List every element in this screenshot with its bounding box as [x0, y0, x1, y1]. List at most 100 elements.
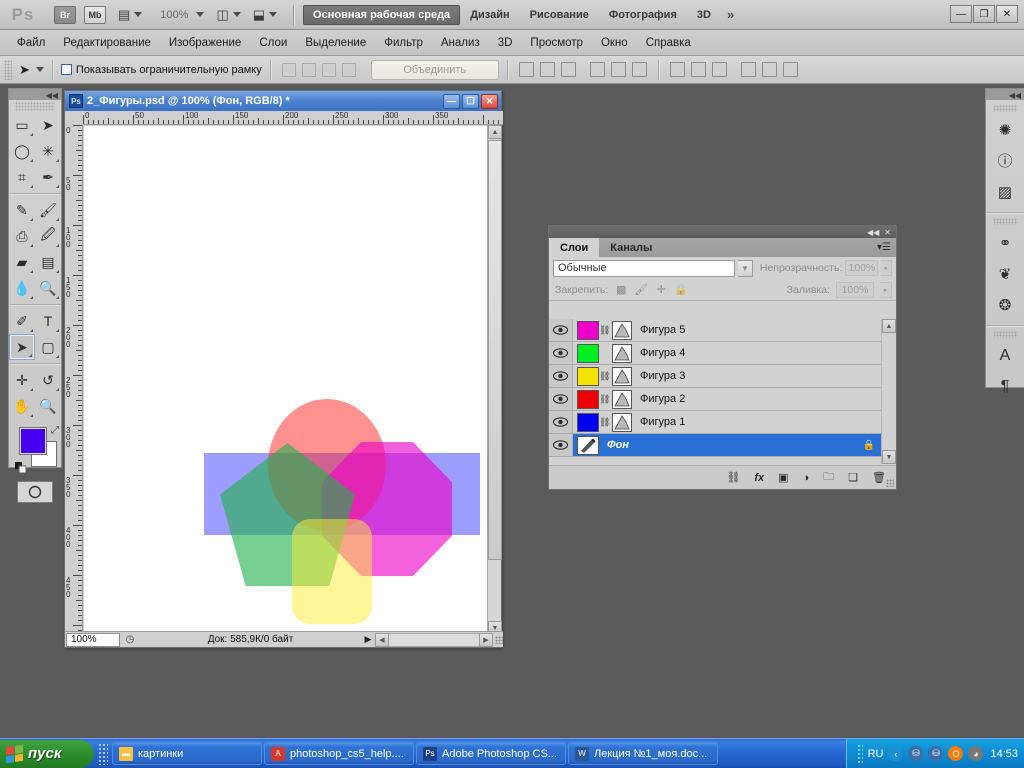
screen-mode-button[interactable]: ⬓ [253, 7, 278, 23]
workspace-painting[interactable]: Рисование [520, 5, 599, 25]
right-dock-header[interactable]: ◀◀ [986, 89, 1024, 100]
document-status-icon[interactable]: ◷ [120, 634, 140, 645]
layers-list-scrollbar[interactable]: ▲ ▼ [881, 319, 896, 464]
brush-presets-panel-icon[interactable]: ❦ [986, 258, 1024, 289]
scroll-right-button[interactable]: ▶ [479, 632, 493, 647]
menu-layers[interactable]: Слои [250, 34, 296, 52]
layer-visibility-icon[interactable] [549, 365, 573, 387]
3d-object-rotate-tool-icon[interactable]: ✛ [9, 367, 35, 393]
close-panel-icon[interactable]: ✕ [884, 228, 891, 237]
layer-vector-mask-thumbnail[interactable] [612, 320, 632, 340]
network-tray-icon[interactable]: ⛁ [908, 746, 924, 761]
canvas-viewport[interactable] [84, 126, 492, 634]
document-minimize-button[interactable]: — [443, 93, 460, 109]
rectangular-marquee-tool-icon[interactable]: ▭ [9, 112, 35, 138]
menu-view[interactable]: Просмотр [521, 34, 592, 52]
align-horizontal-centers-icon[interactable] [610, 62, 626, 77]
menu-file[interactable]: Файл [8, 34, 54, 52]
spot-healing-brush-tool-icon[interactable]: ✎ [9, 197, 35, 223]
fill-value[interactable]: 100% [836, 281, 874, 298]
document-resize-grip[interactable] [495, 635, 503, 644]
blend-mode-select[interactable]: Обычные [553, 259, 735, 277]
close-button[interactable]: ✕ [996, 5, 1018, 23]
eraser-tool-icon[interactable]: ▰ [9, 249, 35, 275]
history-brush-tool-icon[interactable]: 🖉 [35, 223, 61, 249]
adjustments-panel-icon[interactable]: ⚭ [986, 227, 1024, 258]
language-indicator[interactable]: RU [868, 748, 884, 760]
arrange-documents-button[interactable]: ◫ [216, 7, 241, 23]
menu-analysis[interactable]: Анализ [432, 34, 489, 52]
layers-scroll-down-button[interactable]: ▼ [882, 450, 896, 464]
foreground-color-swatch[interactable] [19, 427, 47, 455]
layer-visibility-icon[interactable] [549, 434, 573, 456]
layer-visibility-icon[interactable] [549, 342, 573, 364]
crop-tool-icon[interactable]: ⌗ [9, 164, 35, 190]
menu-filter[interactable]: Фильтр [375, 34, 432, 52]
paragraph-panel-icon[interactable]: ¶ [986, 371, 1024, 402]
lock-image-pixels-icon[interactable]: 🖌 [634, 283, 648, 297]
menu-3d[interactable]: 3D [489, 34, 522, 52]
align-vertical-centers-icon[interactable] [539, 62, 555, 77]
menu-help[interactable]: Справка [637, 34, 700, 52]
layer-vector-mask-thumbnail[interactable] [612, 343, 632, 363]
layer-visibility-icon[interactable] [549, 388, 573, 410]
distribute-vertical-centers-icon[interactable] [690, 62, 706, 77]
merge-button[interactable]: Объединить [370, 59, 499, 80]
minimize-button[interactable]: — [950, 5, 972, 23]
swap-colors-icon[interactable]: ⤢ [51, 425, 59, 436]
workspace-photography[interactable]: Фотография [599, 5, 687, 25]
histogram-panel-icon[interactable]: ▨ [986, 176, 1024, 207]
layer-vector-mask-thumbnail[interactable] [612, 366, 632, 386]
canvas-horizontal-scrollbar[interactable]: ◀ ▶ [375, 632, 503, 647]
distribute-right-edges-icon[interactable] [782, 62, 798, 77]
distribute-top-edges-icon[interactable] [669, 62, 685, 77]
layers-panel-resize-grip[interactable] [886, 479, 894, 487]
active-tool-icon[interactable]: ➤ [19, 62, 30, 78]
layer-thumbnail[interactable] [577, 389, 599, 409]
taskbar-clock[interactable]: 14:53 [990, 748, 1018, 760]
lock-all-icon[interactable]: 🔒 [674, 283, 688, 297]
quick-mask-mode-icon[interactable] [17, 481, 53, 503]
blend-mode-chevron-down-icon[interactable]: ▼ [738, 259, 753, 277]
document-status-menu-icon[interactable]: ▶ [361, 634, 375, 645]
layer-row[interactable]: Фон 🔒 [549, 434, 883, 457]
tab-channels[interactable]: Каналы [599, 238, 663, 257]
dodge-tool-icon[interactable]: 🔍 [35, 275, 61, 301]
navigator-panel-icon[interactable]: ✺ [986, 114, 1024, 145]
gradient-tool-icon[interactable]: ▤ [35, 249, 61, 275]
opera-tray-icon[interactable]: O [948, 746, 964, 761]
start-button[interactable]: пуск [0, 739, 94, 768]
document-canvas[interactable] [84, 126, 492, 634]
distribute-horizontal-centers-icon[interactable] [761, 62, 777, 77]
dock-group-3-grip[interactable] [993, 331, 1017, 338]
opacity-value[interactable]: 100% [845, 260, 879, 276]
3d-camera-rotate-tool-icon[interactable]: ↺ [35, 367, 61, 393]
layers-scroll-up-button[interactable]: ▲ [882, 319, 896, 333]
eyedropper-tool-icon[interactable]: ✒ [35, 164, 61, 190]
align-top-edges-icon[interactable] [518, 62, 534, 77]
options-bar-grip[interactable] [4, 59, 12, 80]
show-bounding-box-checkbox[interactable] [60, 64, 72, 75]
duplicate-layers-icon[interactable] [341, 62, 356, 77]
expand-dock-icon[interactable]: ◀◀ [1009, 91, 1021, 100]
scroll-thumb[interactable] [488, 140, 502, 560]
lasso-tool-icon[interactable]: ◯ [9, 138, 35, 164]
path-selection-tool-icon[interactable]: ➤ [9, 334, 35, 360]
volume-tray-icon[interactable]: ◕ [968, 746, 984, 761]
layer-visibility-icon[interactable] [549, 319, 573, 341]
shape-roundrect-yellow[interactable] [292, 519, 372, 624]
adjustment-layer-icon[interactable]: ◑ [803, 472, 810, 484]
move-tool-icon[interactable]: ➤ [35, 112, 61, 138]
layer-style-icon[interactable]: fx [754, 472, 764, 484]
layer-thumbnail[interactable] [577, 412, 599, 432]
layers-panel-titlebar[interactable]: ◀◀ ✕ [549, 226, 896, 238]
layer-row[interactable]: ⛓ Фигура 1 [549, 411, 883, 434]
document-restore-button[interactable]: ❐ [462, 93, 479, 109]
rectangle-shape-tool-icon[interactable]: ▢ [35, 334, 61, 360]
menu-window[interactable]: Окно [592, 34, 637, 52]
link-layers-icon[interactable]: ⛓ [726, 471, 740, 484]
hand-tool-icon[interactable]: ✋ [9, 393, 35, 419]
layer-row[interactable]: ⛓ Фигура 5 [549, 319, 883, 342]
character-panel-icon[interactable]: A [986, 340, 1024, 371]
clone-stamp-tool-icon[interactable]: ⎙ [9, 223, 35, 249]
